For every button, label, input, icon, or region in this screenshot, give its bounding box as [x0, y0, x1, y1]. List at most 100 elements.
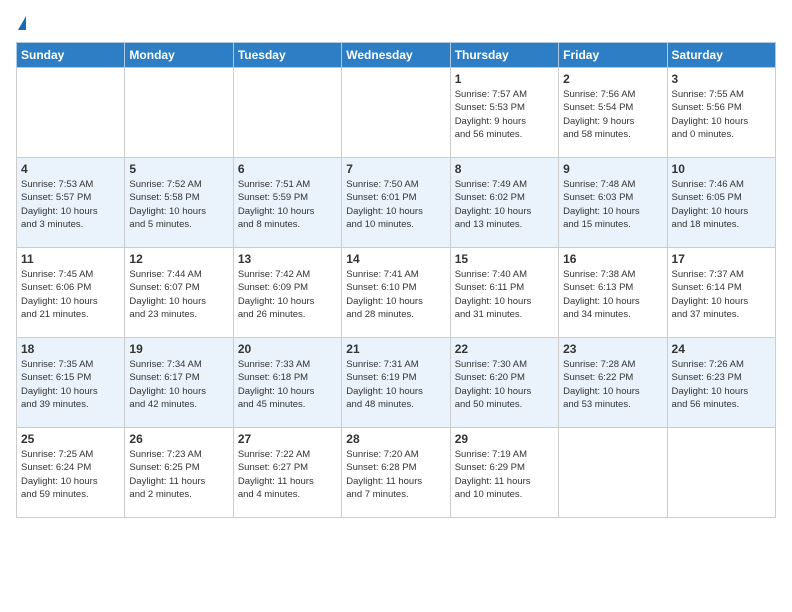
calendar-cell [125, 68, 233, 158]
calendar-cell: 28 Sunrise: 7:20 AMSunset: 6:28 PMDayligh… [342, 428, 450, 518]
calendar-cell: 12Sunrise: 7:44 AMSunset: 6:07 PMDayligh… [125, 248, 233, 338]
day-info: Sunrise: 7:31 AMSunset: 6:19 PMDaylight:… [346, 358, 445, 411]
calendar-cell: 21 Sunrise: 7:31 AMSunset: 6:19 PMDayligh… [342, 338, 450, 428]
calendar-cell: 26 Sunrise: 7:23 AMSunset: 6:25 PMDayligh… [125, 428, 233, 518]
calendar-cell: 1Sunrise: 7:57 AMSunset: 5:53 PMDaylight… [450, 68, 558, 158]
day-info: Sunrise: 7:35 AMSunset: 6:15 PMDaylight:… [21, 358, 120, 411]
calendar-cell: 13Sunrise: 7:42 AMSunset: 6:09 PMDayligh… [233, 248, 341, 338]
day-info: Sunrise: 7:34 AMSunset: 6:17 PMDaylight:… [129, 358, 228, 411]
day-info: Sunrise: 7:28 AMSunset: 6:22 PMDaylight:… [563, 358, 662, 411]
day-info: Sunrise: 7:45 AMSunset: 6:06 PMDaylight:… [21, 268, 120, 321]
day-number: 4 [21, 162, 120, 176]
calendar-cell: 7 Sunrise: 7:50 AMSunset: 6:01 PMDaylight… [342, 158, 450, 248]
day-number: 6 [238, 162, 337, 176]
day-info: Sunrise: 7:48 AMSunset: 6:03 PMDaylight:… [563, 178, 662, 231]
col-header-thursday: Thursday [450, 43, 558, 68]
day-number: 27 [238, 432, 337, 446]
calendar-cell: 20 Sunrise: 7:33 AMSunset: 6:18 PMDayligh… [233, 338, 341, 428]
calendar-cell: 6 Sunrise: 7:51 AMSunset: 5:59 PMDaylight… [233, 158, 341, 248]
calendar-cell: 2 Sunrise: 7:56 AMSunset: 5:54 PMDaylight… [559, 68, 667, 158]
day-info: Sunrise: 7:52 AMSunset: 5:58 PMDaylight:… [129, 178, 228, 231]
calendar-cell: 27Sunrise: 7:22 AMSunset: 6:27 PMDayligh… [233, 428, 341, 518]
day-number: 2 [563, 72, 662, 86]
calendar-cell: 4 Sunrise: 7:53 AMSunset: 5:57 PMDaylight… [17, 158, 125, 248]
calendar-cell: 17 Sunrise: 7:37 AMSunset: 6:14 PMDayligh… [667, 248, 775, 338]
day-info: Sunrise: 7:40 AMSunset: 6:11 PMDaylight:… [455, 268, 554, 321]
day-number: 5 [129, 162, 228, 176]
day-number: 25 [21, 432, 120, 446]
day-number: 11 [21, 252, 120, 266]
day-info: Sunrise: 7:50 AMSunset: 6:01 PMDaylight:… [346, 178, 445, 231]
day-number: 15 [455, 252, 554, 266]
day-info: Sunrise: 7:23 AMSunset: 6:25 PMDaylight:… [129, 448, 228, 501]
day-info: Sunrise: 7:37 AMSunset: 6:14 PMDaylight:… [672, 268, 771, 321]
day-number: 19 [129, 342, 228, 356]
day-info: Sunrise: 7:46 AMSunset: 6:05 PMDaylight:… [672, 178, 771, 231]
week-row-1: 1Sunrise: 7:57 AMSunset: 5:53 PMDaylight… [17, 68, 776, 158]
day-number: 24 [672, 342, 771, 356]
day-info: Sunrise: 7:56 AMSunset: 5:54 PMDaylight:… [563, 88, 662, 141]
day-info: Sunrise: 7:55 AMSunset: 5:56 PMDaylight:… [672, 88, 771, 141]
day-number: 21 [346, 342, 445, 356]
calendar-cell: 25 Sunrise: 7:25 AMSunset: 6:24 PMDayligh… [17, 428, 125, 518]
calendar-table: SundayMondayTuesdayWednesdayThursdayFrid… [16, 42, 776, 518]
day-number: 7 [346, 162, 445, 176]
col-header-sunday: Sunday [17, 43, 125, 68]
page-header [16, 16, 776, 30]
calendar-cell: 22 Sunrise: 7:30 AMSunset: 6:20 PMDayligh… [450, 338, 558, 428]
day-number: 10 [672, 162, 771, 176]
day-number: 20 [238, 342, 337, 356]
week-row-2: 4 Sunrise: 7:53 AMSunset: 5:57 PMDaylight… [17, 158, 776, 248]
calendar-cell [342, 68, 450, 158]
week-row-3: 11 Sunrise: 7:45 AMSunset: 6:06 PMDayligh… [17, 248, 776, 338]
day-number: 29 [455, 432, 554, 446]
calendar-cell: 3 Sunrise: 7:55 AMSunset: 5:56 PMDaylight… [667, 68, 775, 158]
week-row-4: 18 Sunrise: 7:35 AMSunset: 6:15 PMDayligh… [17, 338, 776, 428]
day-info: Sunrise: 7:30 AMSunset: 6:20 PMDaylight:… [455, 358, 554, 411]
day-info: Sunrise: 7:57 AMSunset: 5:53 PMDaylight:… [455, 88, 554, 141]
calendar-cell: 11 Sunrise: 7:45 AMSunset: 6:06 PMDayligh… [17, 248, 125, 338]
day-info: Sunrise: 7:41 AMSunset: 6:10 PMDaylight:… [346, 268, 445, 321]
day-number: 23 [563, 342, 662, 356]
calendar-cell: 14 Sunrise: 7:41 AMSunset: 6:10 PMDayligh… [342, 248, 450, 338]
calendar-cell [559, 428, 667, 518]
day-number: 3 [672, 72, 771, 86]
calendar-cell: 29 Sunrise: 7:19 AMSunset: 6:29 PMDayligh… [450, 428, 558, 518]
calendar-cell: 5 Sunrise: 7:52 AMSunset: 5:58 PMDaylight… [125, 158, 233, 248]
day-info: Sunrise: 7:51 AMSunset: 5:59 PMDaylight:… [238, 178, 337, 231]
day-number: 18 [21, 342, 120, 356]
day-number: 17 [672, 252, 771, 266]
day-number: 28 [346, 432, 445, 446]
day-info: Sunrise: 7:25 AMSunset: 6:24 PMDaylight:… [21, 448, 120, 501]
calendar-cell [667, 428, 775, 518]
day-number: 16 [563, 252, 662, 266]
day-number: 9 [563, 162, 662, 176]
day-info: Sunrise: 7:19 AMSunset: 6:29 PMDaylight:… [455, 448, 554, 501]
calendar-header-row: SundayMondayTuesdayWednesdayThursdayFrid… [17, 43, 776, 68]
day-number: 14 [346, 252, 445, 266]
col-header-tuesday: Tuesday [233, 43, 341, 68]
col-header-friday: Friday [559, 43, 667, 68]
day-info: Sunrise: 7:38 AMSunset: 6:13 PMDaylight:… [563, 268, 662, 321]
day-info: Sunrise: 7:42 AMSunset: 6:09 PMDaylight:… [238, 268, 337, 321]
day-number: 26 [129, 432, 228, 446]
day-info: Sunrise: 7:33 AMSunset: 6:18 PMDaylight:… [238, 358, 337, 411]
calendar-cell: 18 Sunrise: 7:35 AMSunset: 6:15 PMDayligh… [17, 338, 125, 428]
calendar-cell: 16 Sunrise: 7:38 AMSunset: 6:13 PMDayligh… [559, 248, 667, 338]
calendar-cell: 8Sunrise: 7:49 AMSunset: 6:02 PMDaylight… [450, 158, 558, 248]
calendar-cell: 24 Sunrise: 7:26 AMSunset: 6:23 PMDayligh… [667, 338, 775, 428]
day-info: Sunrise: 7:49 AMSunset: 6:02 PMDaylight:… [455, 178, 554, 231]
calendar-cell [233, 68, 341, 158]
col-header-wednesday: Wednesday [342, 43, 450, 68]
logo [16, 16, 26, 30]
day-number: 12 [129, 252, 228, 266]
calendar-cell [17, 68, 125, 158]
col-header-monday: Monday [125, 43, 233, 68]
day-info: Sunrise: 7:53 AMSunset: 5:57 PMDaylight:… [21, 178, 120, 231]
week-row-5: 25 Sunrise: 7:25 AMSunset: 6:24 PMDayligh… [17, 428, 776, 518]
calendar-cell: 15 Sunrise: 7:40 AMSunset: 6:11 PMDayligh… [450, 248, 558, 338]
day-number: 22 [455, 342, 554, 356]
day-info: Sunrise: 7:20 AMSunset: 6:28 PMDaylight:… [346, 448, 445, 501]
day-info: Sunrise: 7:26 AMSunset: 6:23 PMDaylight:… [672, 358, 771, 411]
logo-icon [18, 16, 26, 30]
